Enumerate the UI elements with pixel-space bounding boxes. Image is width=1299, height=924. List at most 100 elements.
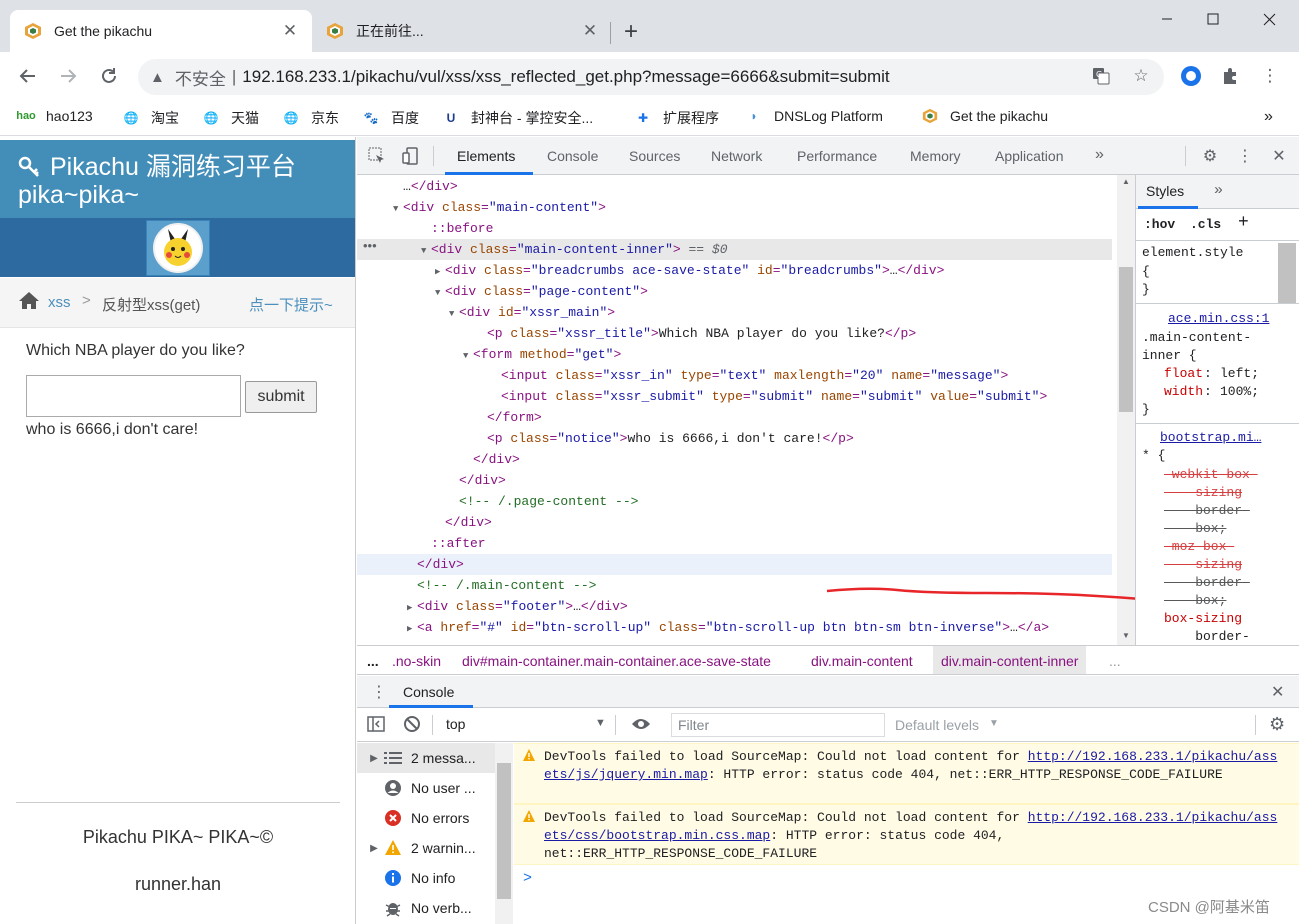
close-devtools-icon[interactable]: ✕ (1269, 146, 1289, 166)
dom-scrollbar-thumb[interactable] (1119, 267, 1133, 412)
avatar[interactable] (146, 220, 210, 276)
console-settings-gear-icon[interactable]: ⚙ (1269, 714, 1285, 735)
dom-node-line[interactable]: ▶ <div class="breadcrumbs ace-save-state"… (357, 260, 1112, 281)
bookmark-taobao[interactable]: 🌐 淘宝 (123, 108, 179, 128)
tab-network[interactable]: Network (711, 148, 762, 164)
tab-console[interactable]: Console (547, 148, 598, 164)
submit-button[interactable]: submit (245, 381, 317, 413)
dom-node-line[interactable]: <p class="xssr_title">Which NBA player d… (357, 323, 1112, 344)
new-tab-icon[interactable]: + (624, 18, 638, 46)
dom-node-line[interactable]: </div> (357, 449, 1112, 470)
context-select[interactable]: top (446, 716, 465, 732)
dom-node-line[interactable]: <input class="xssr_submit" type="submit"… (357, 386, 1112, 407)
breadcrumb-xss-link[interactable]: xss (48, 294, 71, 311)
crumb-item[interactable]: .no-skin (392, 653, 441, 669)
tab-styles[interactable]: Styles (1146, 183, 1184, 199)
dom-node-line[interactable]: ▼ <div class="main-content"> (357, 197, 1112, 218)
message-input[interactable] (26, 375, 241, 417)
inspect-element-icon[interactable] (367, 146, 387, 166)
dom-node-line[interactable]: </div> (357, 470, 1112, 491)
styles-scrollbar-thumb[interactable] (1278, 243, 1296, 303)
style-source-link[interactable]: ace.min.css:1 (1168, 311, 1269, 326)
console-sidebar-item[interactable]: No errors (357, 803, 495, 833)
bookmark-pikachu[interactable]: Get the pikachu (922, 108, 1048, 124)
bookmarks-more-button[interactable]: » (1264, 108, 1273, 126)
dom-node-line[interactable]: <!-- /.page-content --> (357, 491, 1112, 512)
dom-node-line[interactable]: ▼ <div class="main-content-inner"> == $0 (357, 239, 1112, 260)
hint-link[interactable]: 点一下提示~ (249, 294, 333, 315)
dom-node-line[interactable]: ▼ <div class="page-content"> (357, 281, 1112, 302)
crumb-item[interactable]: div.main-content (811, 653, 913, 669)
dom-node-line[interactable]: …</div> (357, 176, 1112, 197)
drawer-menu-icon[interactable]: ⋮ (371, 682, 387, 702)
style-value-float[interactable]: left; (1220, 366, 1259, 381)
browser-tab-loading[interactable]: 正在前往... ✕ (312, 10, 612, 52)
console-warning-message[interactable]: DevTools failed to load SourceMap: Could… (514, 804, 1299, 865)
dom-node-line[interactable]: ::before (357, 218, 1112, 239)
levels-dropdown-icon[interactable]: ▼ (989, 718, 999, 729)
tab-application[interactable]: Application (995, 148, 1064, 164)
bookmark-star-icon[interactable]: ☆ (1129, 64, 1153, 88)
console-warning-message[interactable]: DevTools failed to load SourceMap: Could… (514, 743, 1299, 804)
tab-memory[interactable]: Memory (910, 148, 961, 164)
minimize-icon[interactable] (1144, 4, 1190, 34)
dom-node-line[interactable]: </form> (357, 407, 1112, 428)
hov-toggle[interactable]: :hov (1144, 217, 1175, 232)
extensions-puzzle-icon[interactable] (1218, 64, 1242, 88)
log-levels-select[interactable]: Default levels (895, 717, 979, 733)
live-expression-eye-icon[interactable] (631, 716, 651, 735)
translate-icon[interactable]: G (1089, 64, 1113, 88)
bookmark-tmall[interactable]: 🌐 天猫 (203, 108, 259, 128)
dom-node-line[interactable]: ::after (357, 533, 1112, 554)
console-sidebar-item[interactable]: ▶ 2 messa... (357, 743, 495, 773)
more-tabs-button[interactable]: » (1095, 146, 1104, 164)
tab-performance[interactable]: Performance (797, 148, 877, 164)
console-filter-input[interactable]: Filter (671, 713, 885, 737)
address-bar[interactable]: ▲ 不安全 | 192.168.233.1/pikachu/vul/xss/xs… (138, 59, 1164, 95)
dom-node-line[interactable]: <p class="notice">who is 6666,i don't ca… (357, 428, 1112, 449)
bookmark-baidu[interactable]: 🐾 百度 (363, 108, 419, 128)
elements-dom-tree[interactable]: …</div> ▼ <div class="main-content">::befo… (357, 175, 1135, 645)
crumb-item[interactable]: div#main-container.main-container.ace-sa… (462, 653, 771, 669)
style-prop-width[interactable]: width (1164, 384, 1203, 399)
bookmark-hao123[interactable]: hao hao123 (16, 108, 93, 124)
scroll-down-arrow-icon[interactable]: ▼ (1119, 631, 1133, 641)
forward-icon[interactable] (54, 62, 82, 90)
url-text[interactable]: 192.168.233.1/pikachu/vul/xss/xss_reflec… (242, 67, 889, 87)
show-sidebar-icon[interactable] (367, 716, 385, 735)
bookmark-jd[interactable]: 🌐 京东 (283, 108, 339, 128)
console-prompt[interactable]: > (523, 870, 532, 887)
bookmark-extensions[interactable]: ✚ 扩展程序 (635, 108, 719, 128)
bookmark-dnslog[interactable]: ◗ DNSLog Platform (746, 108, 883, 124)
console-sidebar-item[interactable]: No info (357, 863, 495, 893)
settings-gear-icon[interactable]: ⚙ (1200, 146, 1220, 166)
home-icon[interactable] (18, 290, 40, 316)
dom-node-line[interactable]: ▼ <form method="get"> (357, 344, 1112, 365)
close-drawer-icon[interactable]: ✕ (1271, 682, 1284, 702)
style-value-moz-box-sizing[interactable]: border- box; (1164, 556, 1250, 610)
cls-toggle[interactable]: .cls (1190, 217, 1221, 232)
close-tab-icon[interactable]: ✕ (282, 21, 298, 41)
style-prop-float[interactable]: float (1164, 366, 1203, 381)
window-close-icon[interactable] (1246, 4, 1292, 34)
styles-more-icon[interactable]: » (1214, 182, 1223, 199)
browser-menu-icon[interactable]: ⋮ (1258, 64, 1282, 88)
context-dropdown-icon[interactable]: ▼ (595, 717, 606, 729)
clear-console-icon[interactable] (403, 715, 421, 736)
device-toolbar-icon[interactable] (401, 146, 421, 166)
console-sidebar-item[interactable]: No user ... (357, 773, 495, 803)
dom-node-line[interactable]: ▼ <div id="xssr_main"> (357, 302, 1112, 323)
dom-node-line[interactable]: </div> (357, 554, 1112, 575)
reload-icon[interactable] (95, 62, 123, 90)
console-sidebar-item[interactable]: ▶ 2 warnin... (357, 833, 495, 863)
dom-node-line[interactable]: <input class="xssr_in" type="text" maxle… (357, 365, 1112, 386)
bookmark-fengshentai[interactable]: U 封神台 - 掌控安全... (443, 108, 593, 128)
style-value-width[interactable]: 100%; (1220, 384, 1259, 399)
browser-tab-pikachu[interactable]: Get the pikachu ✕ (10, 10, 312, 52)
style-value-webkit-box-sizing[interactable]: border- box; (1164, 484, 1250, 538)
tab-elements[interactable]: Elements (457, 148, 515, 164)
close-tab-icon[interactable]: ✕ (582, 21, 598, 41)
console-drawer-title[interactable]: Console (403, 684, 454, 700)
scroll-up-arrow-icon[interactable]: ▲ (1119, 177, 1133, 187)
dom-node-line[interactable]: ▶ <a href="#" id="btn-scroll-up" class="b… (357, 617, 1112, 638)
